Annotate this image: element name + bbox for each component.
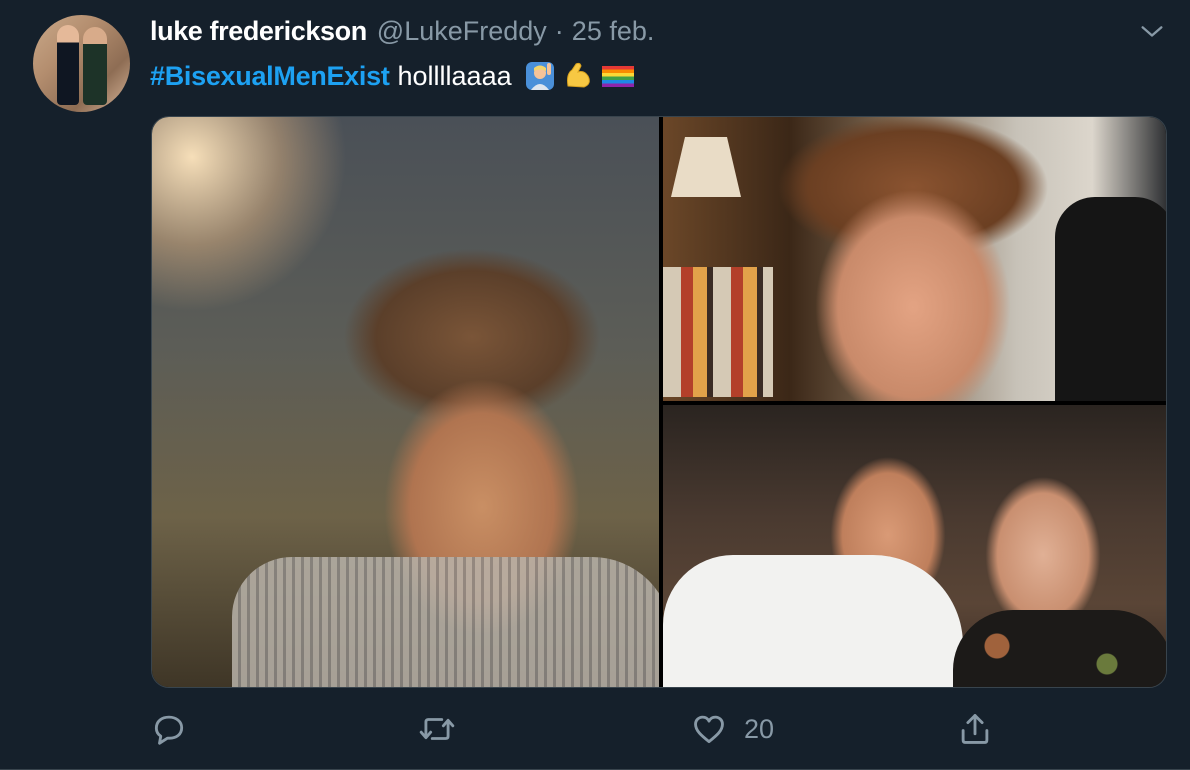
rainbow-flag-icon (601, 66, 634, 87)
like-count: 20 (744, 713, 775, 744)
photo-detail (671, 137, 741, 197)
photo-detail (663, 267, 773, 397)
tweet-header: luke frederickson @LukeFreddy · 25 feb. (150, 16, 654, 52)
author-handle[interactable]: @LukeFreddy (377, 16, 547, 47)
tweet-text: #BisexualMenExist hollllaaaa (150, 56, 636, 96)
separator: · (554, 16, 564, 46)
author-name[interactable]: luke frederickson (150, 16, 367, 47)
photo-detail (232, 557, 659, 687)
media-grid (151, 116, 1167, 688)
retweet-button[interactable] (418, 705, 456, 753)
avatar-person-left (57, 25, 79, 105)
tweet-actions: 20 (150, 705, 1170, 753)
tweet-body-text: hollllaaaa (397, 60, 512, 91)
reply-icon (154, 715, 184, 745)
avatar[interactable] (33, 15, 130, 112)
like-button[interactable]: 20 (690, 705, 774, 753)
tweet-date[interactable]: 25 feb. (572, 16, 655, 47)
hashtag-link[interactable]: #BisexualMenExist (150, 61, 390, 92)
raising-hand-icon (525, 62, 554, 90)
reply-button[interactable] (150, 705, 188, 753)
photo-detail (953, 610, 1166, 687)
tweet[interactable]: luke frederickson @LukeFreddy · 25 feb. … (0, 0, 1190, 770)
flexed-biceps-icon (566, 62, 590, 88)
photo-selfie-top-right[interactable] (663, 117, 1166, 401)
photo-selfie-left[interactable] (152, 117, 659, 687)
chevron-down-icon[interactable] (1138, 18, 1166, 46)
retweet-icon (419, 718, 455, 740)
share-icon (961, 714, 989, 744)
heart-icon (694, 715, 724, 744)
avatar-person-right (83, 27, 107, 105)
photo-detail (1055, 197, 1166, 401)
share-button[interactable] (956, 705, 994, 753)
photo-couple-bottom-right[interactable] (663, 405, 1166, 687)
photo-detail (663, 555, 963, 687)
